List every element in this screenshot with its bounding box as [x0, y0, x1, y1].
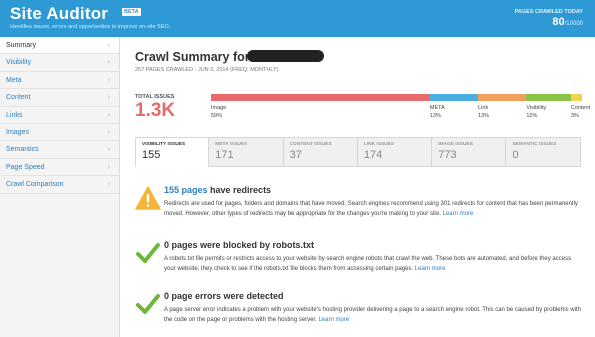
sidebar-item-label: Summary [6, 42, 36, 49]
pages-crawled-count: 80/10000 [552, 16, 583, 28]
sidebar-item-images[interactable]: Images › [0, 124, 119, 142]
tab-link-issues[interactable]: LINK ISSUES 174 [357, 137, 433, 167]
issue-description: A page server error indicates a problem … [164, 305, 584, 325]
sidebar-item-label: Visibility [6, 59, 32, 67]
segment-name: Link [478, 105, 489, 111]
tab-label: META ISSUES [215, 142, 248, 147]
bar-segment-visibility [526, 94, 571, 101]
top-header: Site Auditor BETA Identifies issues, err… [0, 0, 595, 37]
learn-more-link[interactable]: Learn more [415, 266, 446, 272]
app-subtitle: Identifies issues, errors and opportunit… [10, 24, 171, 30]
sidebar-item-semantics[interactable]: Semantics › [0, 141, 119, 159]
tab-visibility-issues[interactable]: VISIBILITY ISSUES 155 [135, 137, 210, 167]
redirect-count-link[interactable]: 155 pages [164, 185, 208, 195]
sidebar-item-label: Content [6, 94, 31, 102]
segment-percent: 59% [211, 112, 223, 119]
issue-tabs: VISIBILITY ISSUES 155 META ISSUES 171 CONT… [135, 137, 581, 167]
segment-name: Visibility [526, 105, 547, 111]
tab-label: IMAGE ISSUES [438, 142, 473, 147]
tab-value: 0 [512, 149, 519, 161]
issue-title-text: have redirects [207, 185, 272, 195]
beta-badge: BETA [122, 8, 141, 16]
sidebar-item-label: Crawl Comparison [6, 181, 64, 189]
checkmark-icon [136, 294, 160, 314]
segment-name: Content [570, 105, 591, 111]
tab-label: VISIBILITY ISSUES [142, 142, 186, 147]
sidebar-item-crawl-comparison[interactable]: Crawl Comparison › [0, 176, 119, 194]
issue-title: 155 pages have redirects [164, 185, 271, 195]
segment-label: META 13% [430, 105, 445, 120]
chevron-right-icon: › [107, 163, 110, 171]
sidebar-item-links[interactable]: Links › [0, 107, 119, 124]
sidebar-item-visibility[interactable]: Visibility › [0, 54, 119, 72]
segment-percent: 3% [570, 112, 579, 119]
learn-more-link[interactable]: Learn more [318, 317, 349, 323]
segment-name: META [429, 105, 445, 111]
page-title: Crawl Summary for [135, 50, 250, 64]
tab-value: 773 [438, 149, 457, 161]
bar-segment-content [570, 94, 582, 101]
segment-label: Image 59% [211, 105, 226, 120]
chevron-right-icon: › [107, 94, 110, 102]
sidebar-item-meta[interactable]: Meta › [0, 72, 119, 90]
checkmark-icon [136, 243, 160, 263]
total-issues-value: 1.3K [135, 100, 176, 121]
warning-icon [135, 186, 161, 210]
app-title: Site Auditor [10, 4, 109, 23]
chevron-right-icon: › [107, 128, 110, 136]
learn-more-link[interactable]: Learn more [443, 211, 474, 217]
chevron-right-icon: › [107, 59, 110, 67]
tab-value: 155 [142, 149, 161, 161]
tab-meta-issues[interactable]: META ISSUES 171 [209, 137, 284, 167]
sidebar-nav: Summary › Visibility › Meta › Content › Link… [0, 37, 120, 337]
issue-title: 0 pages were blocked by robots.txt [164, 240, 315, 250]
pages-crawled-max: /10000 [564, 21, 583, 27]
tab-content-issues[interactable]: CONTENT ISSUES 37 [283, 137, 358, 167]
sidebar-item-summary[interactable]: Summary › [0, 37, 119, 55]
issue-description: A robots.txt file permits or restricts a… [164, 254, 584, 274]
bar-segment-link [478, 94, 527, 101]
tab-semantic-issues[interactable]: SEMANTIC ISSUES 0 [506, 137, 581, 167]
issue-description-text: A robots.txt file permits or restricts a… [164, 256, 572, 272]
tab-value: 174 [363, 149, 383, 161]
pages-crawled-value: 80 [552, 16, 565, 28]
tab-label: LINK ISSUES [363, 142, 395, 147]
bar-segment-image [211, 94, 430, 101]
issue-description: Redirects are used for pages, folders an… [164, 199, 584, 219]
chevron-right-icon: › [107, 111, 110, 119]
segment-label: Content 3% [571, 105, 590, 120]
segment-percent: 13% [478, 112, 490, 119]
redacted-domain [247, 50, 324, 62]
segment-percent: 13% [429, 112, 441, 119]
sidebar-item-content[interactable]: Content › [0, 89, 119, 107]
chevron-right-icon: › [107, 76, 110, 84]
tab-value: 171 [215, 149, 234, 161]
sidebar-item-label: Links [6, 111, 23, 119]
sidebar-item-label: Meta [6, 76, 22, 84]
sidebar-item-label: Semantics [6, 146, 39, 154]
segment-name: Image [211, 105, 227, 111]
tab-label: SEMANTIC ISSUES [512, 142, 557, 147]
issue-title: 0 page errors were detected [164, 291, 284, 301]
bar-segment-meta [429, 94, 479, 101]
issue-description-text: Redirects are used for pages, folders an… [164, 201, 578, 217]
tab-image-issues[interactable]: IMAGE ISSUES 773 [432, 137, 507, 167]
chevron-right-icon: › [107, 42, 110, 49]
issue-distribution-bar [211, 94, 582, 101]
issue-description-text: A page server error indicates a problem … [164, 307, 581, 323]
sidebar-item-label: Images [6, 128, 29, 136]
crawl-meta: 257 PAGES CRAWLED - JUN 3, 2014 (FREQ: M… [135, 67, 279, 73]
pages-crawled-label: PAGES CRAWLED TODAY [514, 9, 583, 15]
tab-value: 37 [289, 149, 302, 161]
sidebar-item-label: Page Speed [6, 163, 45, 171]
main-content: Crawl Summary for 257 PAGES CRAWLED - JU… [121, 37, 595, 337]
tab-label: CONTENT ISSUES [289, 142, 332, 147]
chevron-right-icon: › [107, 146, 110, 154]
segment-percent: 12% [526, 112, 538, 119]
segment-label: Link 13% [478, 105, 489, 120]
chevron-right-icon: › [107, 181, 110, 189]
segment-label: Visibility 12% [526, 105, 546, 120]
sidebar-item-page-speed[interactable]: Page Speed › [0, 159, 119, 177]
